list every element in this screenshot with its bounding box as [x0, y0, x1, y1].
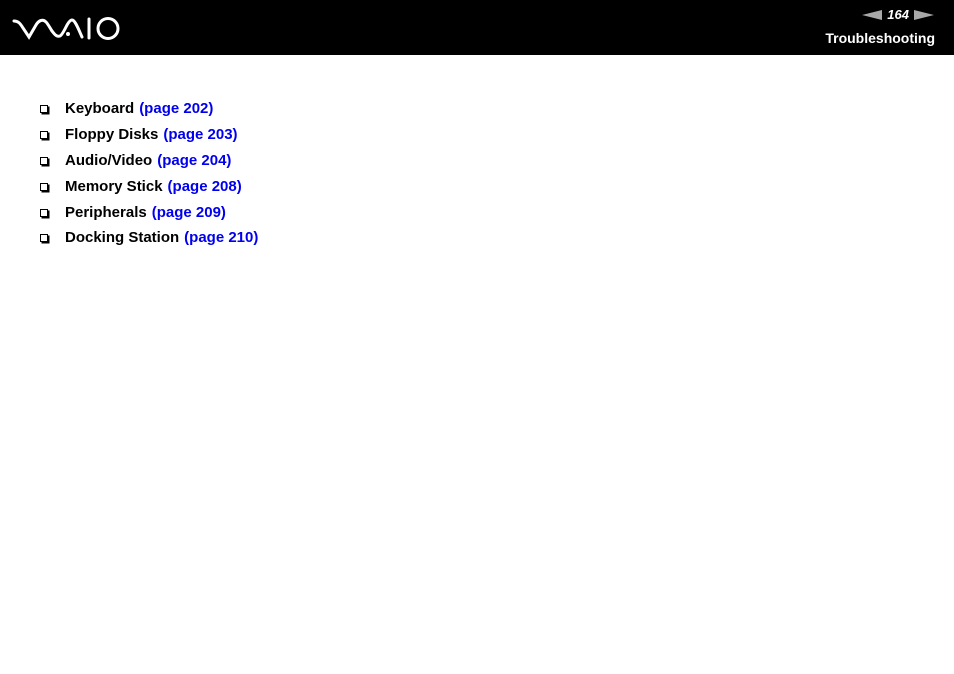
checkbox-bullet-icon: [40, 131, 48, 140]
page-link[interactable]: (page 209): [152, 204, 226, 221]
page-link[interactable]: (page 210): [184, 229, 258, 246]
page-navigation: 164: [862, 7, 934, 23]
topic-label: Keyboard: [65, 100, 135, 118]
page-link[interactable]: (page 203): [163, 126, 237, 143]
list-item: Docking Station (page 210): [40, 225, 258, 251]
list-item: Keyboard (page 202): [40, 96, 258, 122]
checkbox-bullet-icon: [40, 234, 48, 243]
arrow-left-icon[interactable]: [862, 10, 883, 20]
page-link[interactable]: (page 208): [168, 178, 242, 195]
page-link[interactable]: (page 202): [139, 100, 213, 117]
list-item: Audio/Video (page 204): [40, 148, 258, 174]
topic-label: Audio/Video: [65, 151, 153, 169]
topic-label: Docking Station: [65, 229, 180, 247]
list-item: Memory Stick (page 208): [40, 173, 258, 199]
checkbox-bullet-icon: [40, 105, 48, 114]
checkbox-bullet-icon: [40, 208, 48, 217]
arrow-right-icon[interactable]: [914, 10, 934, 20]
topic-label: Floppy Disks: [65, 126, 159, 144]
page-header: 164 Troubleshooting: [0, 0, 954, 55]
page-number: 164: [887, 7, 909, 22]
list-item: Peripherals (page 209): [40, 199, 258, 225]
checkbox-bullet-icon: [40, 156, 48, 165]
list-item: Floppy Disks (page 203): [40, 122, 258, 148]
vaio-logo: [12, 17, 120, 40]
topic-label: Peripherals: [65, 203, 147, 221]
topic-label: Memory Stick: [65, 177, 163, 195]
topic-list: Keyboard (page 202) Floppy Disks (page 2…: [40, 96, 258, 251]
section-title: Troubleshooting: [825, 30, 935, 46]
page-link[interactable]: (page 204): [157, 152, 231, 169]
checkbox-bullet-icon: [40, 182, 48, 191]
